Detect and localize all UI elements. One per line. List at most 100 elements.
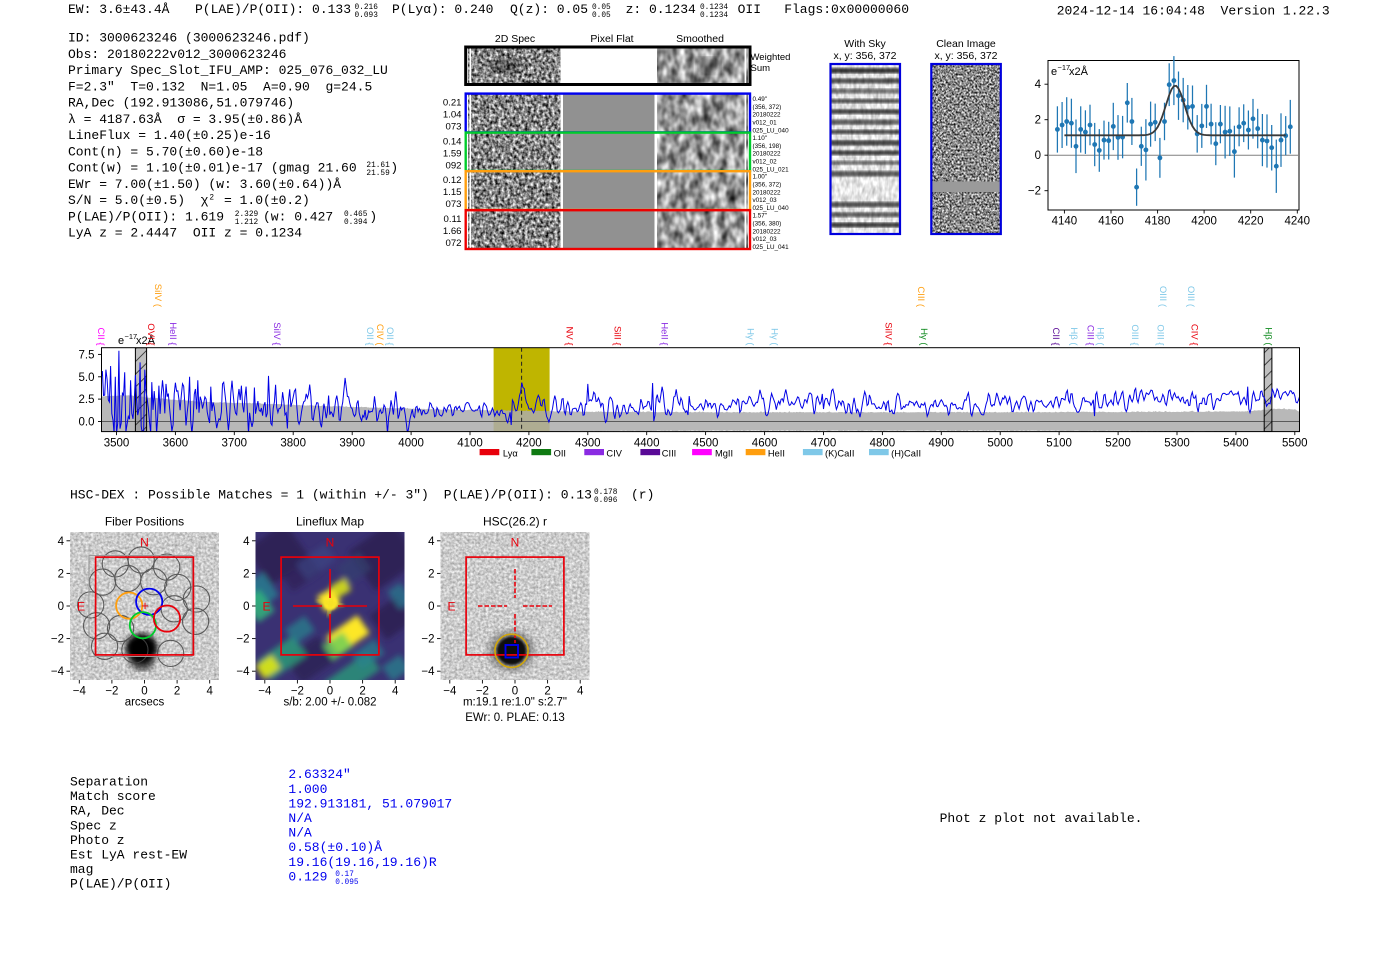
svg-text:Fiber Positions: Fiber Positions bbox=[105, 515, 184, 529]
svg-text:0.394: 0.394 bbox=[344, 219, 368, 227]
svg-text:Smoothed: Smoothed bbox=[676, 33, 724, 45]
svg-text:OVI {: OVI { bbox=[145, 323, 156, 345]
svg-text:19.16(19.16,19.16)R: 19.16(19.16,19.16)R bbox=[288, 855, 436, 870]
svg-text:073: 073 bbox=[445, 121, 461, 132]
svg-text:4: 4 bbox=[428, 536, 435, 548]
svg-text:0.129: 0.129 bbox=[288, 869, 327, 884]
svg-text:20180222: 20180222 bbox=[753, 189, 782, 196]
svg-text:092: 092 bbox=[445, 160, 461, 171]
svg-text:4300: 4300 bbox=[575, 438, 601, 450]
svg-text:3500: 3500 bbox=[104, 438, 130, 450]
svg-text:OIII (: OIII ( bbox=[1185, 286, 1196, 308]
svg-text:Clean Image: Clean Image bbox=[936, 38, 996, 50]
svg-text:1.57": 1.57" bbox=[753, 213, 768, 220]
svg-text:E: E bbox=[77, 600, 85, 614]
svg-text:4160: 4160 bbox=[1098, 216, 1124, 228]
svg-text:0.14: 0.14 bbox=[443, 136, 462, 147]
svg-text:SiII {: SiII { bbox=[611, 326, 622, 346]
svg-text:x, y: 356, 372: x, y: 356, 372 bbox=[934, 50, 997, 62]
svg-text:0.096: 0.096 bbox=[594, 497, 618, 505]
svg-text:0.1234: 0.1234 bbox=[700, 4, 728, 12]
svg-text:LineFlux = 1.40(±0.25)e-16: LineFlux = 1.40(±0.25)e-16 bbox=[68, 128, 271, 143]
svg-text:(356, 380): (356, 380) bbox=[753, 221, 782, 228]
svg-text:Obs: 20180222v012_3000623246: Obs: 20180222v012_3000623246 bbox=[68, 47, 286, 62]
svg-text:F=2.3" T=0.132 N=1.05 A=0.9: F=2.3" T=0.132 N=1.05 A=0.90 g=24.5 bbox=[68, 79, 372, 94]
svg-text:λ = 4187.63Å σ = 3.95(±0.86)Å: λ = 4187.63Å σ = 3.95(±0.86)Å bbox=[68, 112, 302, 127]
svg-text:OII: OII bbox=[554, 449, 566, 459]
svg-text:3600: 3600 bbox=[163, 438, 189, 450]
svg-text:−4: −4 bbox=[73, 686, 87, 698]
svg-text:MgII: MgII bbox=[715, 449, 733, 459]
svg-text:4: 4 bbox=[577, 686, 584, 698]
svg-text:1.15: 1.15 bbox=[443, 187, 462, 198]
svg-text:HSC-DEX : Possible Matches = 1: HSC-DEX : Possible Matches = 1 (within +… bbox=[70, 488, 429, 503]
svg-text:2: 2 bbox=[428, 568, 434, 580]
svg-text:072: 072 bbox=[445, 238, 461, 249]
svg-text:−4: −4 bbox=[51, 666, 65, 678]
svg-text:HeII: HeII bbox=[768, 449, 785, 459]
svg-text:5500: 5500 bbox=[1282, 438, 1308, 450]
svg-text:4100: 4100 bbox=[457, 438, 483, 450]
svg-text:With Sky: With Sky bbox=[844, 38, 886, 50]
svg-text:5300: 5300 bbox=[1164, 438, 1190, 450]
svg-text:Lineflux Map: Lineflux Map bbox=[296, 515, 364, 529]
svg-text:Hβ (: Hβ ( bbox=[1262, 327, 1273, 346]
svg-text:(w: 0.427: (w: 0.427 bbox=[263, 209, 333, 224]
svg-text:2: 2 bbox=[243, 568, 249, 580]
svg-text:e: e bbox=[118, 335, 124, 347]
svg-text:2.63324": 2.63324" bbox=[288, 767, 350, 782]
svg-text:0: 0 bbox=[243, 601, 249, 613]
svg-text:x2Å: x2Å bbox=[1069, 65, 1089, 78]
svg-text:3900: 3900 bbox=[339, 438, 365, 450]
svg-text:(H)CaII: (H)CaII bbox=[891, 449, 921, 459]
svg-text:CIII: CIII bbox=[662, 449, 676, 459]
svg-text:025_LU_040: 025_LU_040 bbox=[753, 127, 790, 134]
svg-text:3700: 3700 bbox=[222, 438, 248, 450]
svg-text:1.00": 1.00" bbox=[753, 174, 768, 181]
svg-text:Match score: Match score bbox=[70, 789, 156, 804]
svg-text:Hγ (: Hγ ( bbox=[768, 328, 779, 346]
svg-text:S/N = 5.0(±0.5) χ: S/N = 5.0(±0.5) χ bbox=[68, 193, 209, 208]
svg-text:OII {: OII { bbox=[364, 327, 375, 345]
svg-text:−2: −2 bbox=[105, 686, 118, 698]
svg-text:4000: 4000 bbox=[398, 438, 424, 450]
svg-text:Cont(w) = 1.10(±0.01)e-17 (gma: Cont(w) = 1.10(±0.01)e-17 (gmag 21.60 bbox=[68, 161, 357, 176]
svg-text:4: 4 bbox=[58, 536, 65, 548]
svg-text:4200: 4200 bbox=[1191, 216, 1217, 228]
svg-text:N/A: N/A bbox=[288, 811, 312, 826]
svg-text:4900: 4900 bbox=[929, 438, 955, 450]
svg-text:4220: 4220 bbox=[1238, 216, 1264, 228]
svg-text:SiIV {: SiIV { bbox=[882, 322, 893, 345]
svg-text:1.04: 1.04 bbox=[443, 109, 462, 120]
svg-text:Est LyA rest-EW: Est LyA rest-EW bbox=[70, 848, 187, 863]
svg-text:025_LU_041: 025_LU_041 bbox=[753, 244, 790, 251]
svg-text:Phot z plot not available.: Phot z plot not available. bbox=[940, 811, 1143, 826]
svg-text:0.093: 0.093 bbox=[355, 12, 379, 20]
svg-text:−2: −2 bbox=[51, 634, 64, 646]
svg-text:5400: 5400 bbox=[1223, 438, 1249, 450]
svg-text:mag: mag bbox=[70, 862, 93, 877]
svg-text:0: 0 bbox=[1035, 150, 1041, 162]
svg-text:Photo z: Photo z bbox=[70, 833, 125, 848]
svg-text:OIII {: OIII { bbox=[1154, 324, 1165, 345]
svg-text:CIII (: CIII ( bbox=[915, 286, 926, 307]
svg-text:5.0: 5.0 bbox=[79, 372, 95, 384]
svg-text:CII {: CII { bbox=[1050, 328, 1061, 346]
svg-text:4200: 4200 bbox=[516, 438, 542, 450]
svg-text:2: 2 bbox=[58, 568, 64, 580]
svg-text:E: E bbox=[263, 600, 271, 614]
svg-text:N: N bbox=[511, 536, 520, 550]
svg-text:21.59: 21.59 bbox=[366, 170, 390, 178]
svg-text:0.095: 0.095 bbox=[335, 879, 359, 887]
svg-text:4: 4 bbox=[243, 536, 250, 548]
svg-text:Q(z): 0.05: Q(z): 0.05 bbox=[510, 2, 588, 17]
svg-text:Cont(n) = 5.70(±0.60)e-18: Cont(n) = 5.70(±0.60)e-18 bbox=[68, 144, 263, 159]
svg-text:2.5: 2.5 bbox=[79, 394, 95, 406]
svg-text:−2: −2 bbox=[1028, 186, 1041, 198]
svg-text:0.05: 0.05 bbox=[592, 4, 611, 12]
svg-text:2024-12-14 16:04:48 Version 1: 2024-12-14 16:04:48 Version 1.22.3 bbox=[1057, 4, 1330, 19]
svg-text:192.913181, 51.079017: 192.913181, 51.079017 bbox=[288, 796, 452, 811]
svg-text:Hβ (: Hβ ( bbox=[1068, 327, 1079, 346]
svg-text:1.000: 1.000 bbox=[288, 782, 327, 797]
svg-text:OIII {: OIII { bbox=[1129, 324, 1140, 345]
